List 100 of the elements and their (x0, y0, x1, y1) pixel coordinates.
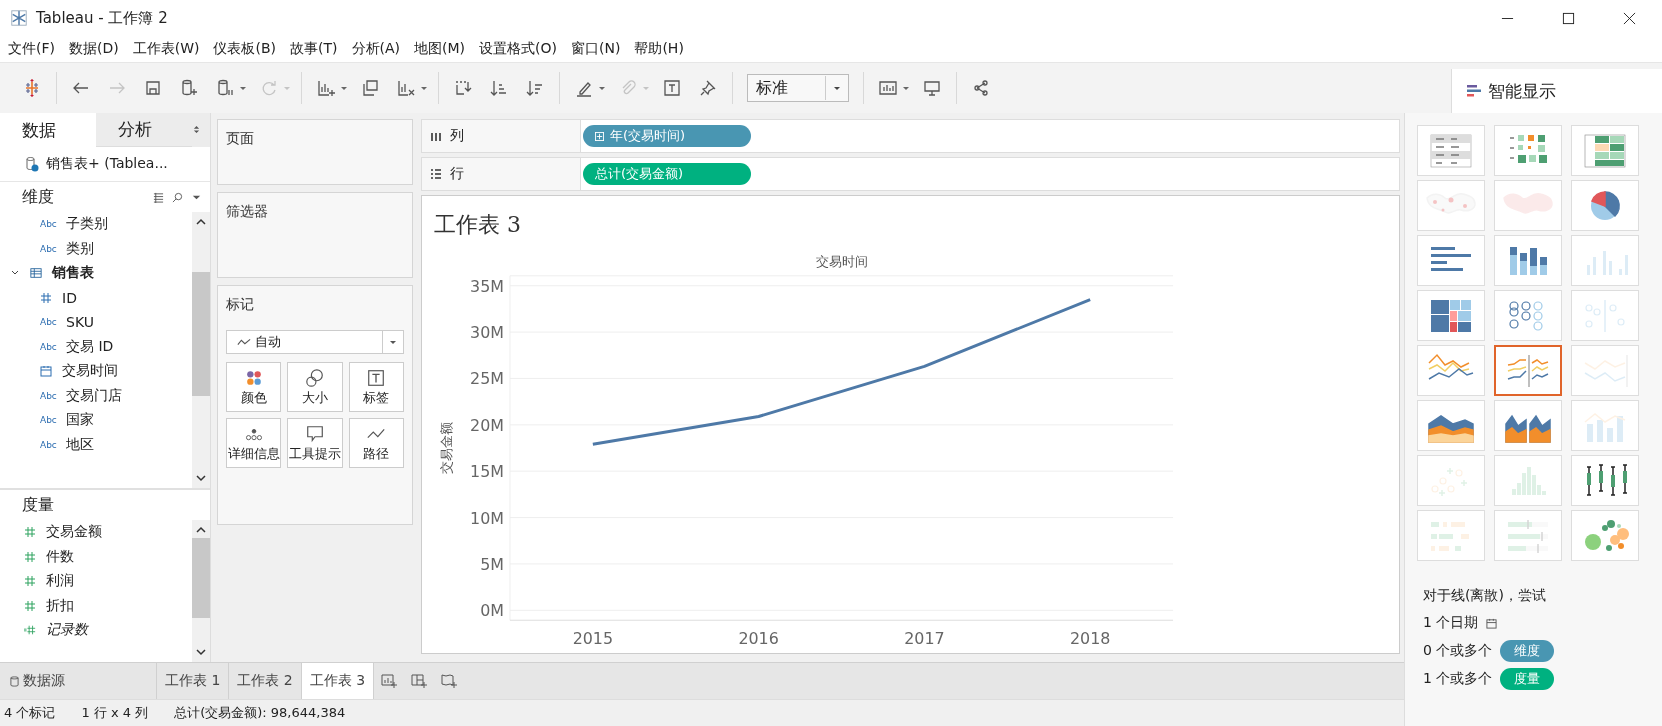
maximize-icon[interactable] (1562, 11, 1575, 25)
close-icon[interactable] (1623, 11, 1636, 25)
pin-icon[interactable] (698, 78, 718, 98)
dimension-field[interactable]: ID (0, 285, 192, 310)
dimension-field[interactable]: Abc 地区 (0, 432, 192, 457)
presentation-icon[interactable] (922, 78, 942, 98)
axis-tick-label: 5M (480, 554, 504, 574)
scroll-up-icon[interactable] (195, 218, 207, 226)
mark-property-button[interactable]: 详细信息 (226, 418, 282, 468)
axis-tick-label: 2015 (572, 629, 614, 649)
menu-item[interactable]: 分析(A) (351, 40, 400, 58)
database-pause-icon[interactable] (215, 78, 235, 98)
mark-property-button[interactable]: 颜色 (226, 362, 282, 412)
mark-property-button[interactable]: 工具提示 (287, 418, 343, 468)
caret-icon[interactable] (420, 84, 428, 92)
plus-box-icon[interactable] (595, 131, 604, 141)
axis-tick-label: 2017 (904, 629, 945, 649)
speech-bubble-icon (305, 423, 325, 444)
dimension-field[interactable]: Abc 国家 (0, 408, 192, 433)
requirement-text: 1 个日期 (1423, 614, 1479, 632)
line-icon (237, 337, 251, 347)
caret-icon[interactable] (340, 84, 348, 92)
measure-field[interactable]: 件数 (0, 544, 192, 569)
axis-title: 交易金额 (439, 422, 455, 474)
card-title: 筛选器 (226, 203, 268, 219)
chart-type-button[interactable] (1494, 345, 1562, 396)
swap-icon[interactable] (453, 78, 473, 98)
database-icon (10, 675, 19, 687)
menu-item[interactable]: 设置格式(O) (479, 40, 557, 58)
scrollbar[interactable] (192, 520, 210, 662)
mark-type-dropdown[interactable]: 自动 (226, 330, 404, 354)
rows-icon (430, 168, 442, 180)
save-icon[interactable] (143, 78, 163, 98)
hash-icon (24, 550, 36, 563)
hash-icon (24, 599, 36, 612)
section-title: 度量 (22, 494, 55, 516)
scrollbar[interactable] (192, 212, 210, 488)
fit-dropdown[interactable]: 标准 (747, 74, 849, 102)
show-me-icon (1466, 83, 1482, 99)
requirement-text: 1 个或多个 (1423, 670, 1493, 688)
dimension-field[interactable]: 交易时间 (0, 359, 192, 384)
scroll-down-icon[interactable] (195, 648, 207, 656)
dimension-field[interactable]: Abc 子类别 (0, 212, 192, 237)
sort-ascending-icon[interactable] (489, 78, 509, 98)
axis-tick-label: 25M (470, 369, 504, 389)
card-title: 页面 (226, 130, 254, 146)
database-plus-icon[interactable] (179, 78, 199, 98)
bar-chart-plus-icon[interactable] (316, 78, 336, 98)
menu-item[interactable]: 窗口(N) (571, 40, 621, 58)
dimension-field[interactable]: Abc 交易 ID (0, 334, 192, 359)
mark-property-button[interactable]: 标签 (348, 362, 404, 412)
axis-tick-label: 2018 (1070, 629, 1111, 649)
dimension-field[interactable]: Abc SKU (0, 310, 192, 335)
bar-chart-x-icon[interactable] (396, 78, 416, 98)
dimension-field[interactable]: Abc 交易门店 (0, 383, 192, 408)
sort-descending-icon[interactable] (525, 78, 545, 98)
caret-icon[interactable] (239, 84, 247, 92)
menu-item[interactable]: 文件(F) (8, 40, 55, 58)
share-icon[interactable] (971, 78, 991, 98)
shelf-label: 列 (450, 127, 464, 145)
pane-tab[interactable]: 数据 (0, 113, 96, 147)
show-me-tab[interactable]: 智能显示 (1451, 69, 1662, 113)
menu-item[interactable]: 地图(M) (414, 40, 466, 58)
text-box-icon (366, 367, 387, 388)
caret-icon[interactable] (598, 84, 606, 92)
measure-field[interactable]: 利润 (0, 569, 192, 594)
calculated-hash-icon (24, 624, 36, 637)
scroll-up-icon[interactable] (195, 526, 207, 534)
sheet-tab[interactable]: 工作表 3 (301, 663, 375, 699)
status-text: 1 行 x 4 列 (81, 704, 149, 722)
shelf[interactable]: 行 总计(交易金额) (421, 157, 1400, 191)
mark-property-button[interactable]: 路径 (348, 418, 404, 468)
shelf-label: 行 (450, 165, 464, 183)
shelf[interactable]: 列 年(交易时间) (421, 119, 1400, 153)
dimension-field[interactable]: Abc 类别 (0, 236, 192, 261)
axis-tick-label: 2016 (738, 629, 779, 649)
caret-icon[interactable] (902, 84, 910, 92)
bar-chart-window-icon[interactable] (878, 78, 898, 98)
menu-item[interactable]: 故事(T) (290, 40, 338, 58)
menu-item[interactable]: 工作表(W) (132, 40, 200, 58)
search-icon[interactable] (172, 191, 183, 203)
list-view-icon[interactable] (153, 191, 164, 203)
axis-tick-label: 30M (470, 323, 504, 343)
window-title: Tableau - 工作簿 2 (36, 8, 168, 28)
measure-field[interactable]: 交易金额 (0, 520, 192, 545)
text-box-icon[interactable] (662, 78, 682, 98)
duplicate-icon[interactable] (360, 78, 380, 98)
app-icon (10, 9, 28, 27)
hash-icon (24, 526, 36, 539)
table-folder[interactable]: 销售表 (0, 261, 192, 286)
measure-field[interactable]: 记录数 (0, 618, 192, 643)
menu-item[interactable]: 仪表板(B) (213, 40, 276, 58)
data-source-name[interactable]: 销售表+ (Tablea... (46, 155, 168, 173)
menu-item[interactable]: 帮助(H) (634, 40, 684, 58)
status-text: 4 个标记 (4, 704, 56, 722)
menu-item[interactable]: 数据(D) (69, 40, 119, 58)
measure-field[interactable]: 折扣 (0, 593, 192, 618)
scroll-down-icon[interactable] (195, 474, 207, 482)
show-me-hint: 对于线(离散)，尝试 (1423, 587, 1547, 605)
mark-property-button[interactable]: 大小 (287, 362, 343, 412)
